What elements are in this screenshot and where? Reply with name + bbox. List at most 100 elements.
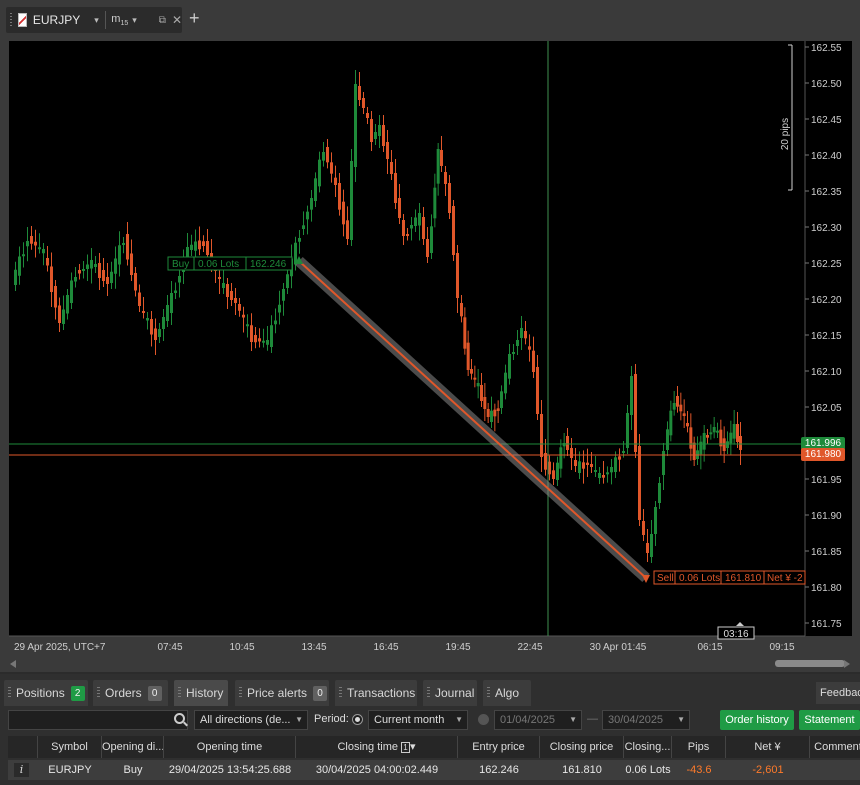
candle-body	[86, 264, 89, 269]
direction-select[interactable]: All directions (de... ▼	[194, 710, 308, 730]
chart-tab-bar: EURJPY ▾ m15 ▾ ⧉ ✕ +	[0, 0, 860, 38]
candle-body	[440, 150, 443, 166]
scroll-left-icon[interactable]	[10, 660, 16, 668]
candle-body	[58, 305, 61, 323]
candle-body	[170, 293, 173, 313]
period-custom-radio[interactable]	[478, 714, 489, 725]
symbol-dropdown-icon[interactable]: ▾	[94, 15, 99, 26]
price-chart[interactable]: 162.55 162.50 162.45 162.40 162.35 162.30 162.…	[0, 38, 860, 672]
column-header-closing-price[interactable]: Closing price	[540, 736, 624, 758]
orders-count-badge: 0	[147, 685, 162, 701]
tab-history[interactable]: History	[174, 680, 228, 706]
candle-body	[258, 338, 261, 342]
horizontal-scrollbar-thumb[interactable]	[775, 660, 845, 667]
history-search-input[interactable]	[8, 710, 188, 730]
candle-body	[739, 436, 742, 450]
column-header-symbol[interactable]: Symbol	[38, 736, 102, 758]
candle-body	[30, 236, 33, 244]
candle-body	[630, 376, 633, 415]
candle-body	[672, 403, 676, 410]
column-header-closing-time[interactable]: Closing time 1 ▾	[296, 736, 458, 758]
candle-body	[134, 273, 137, 291]
tab-orders[interactable]: Orders 0	[93, 680, 168, 706]
candle-body	[490, 410, 493, 422]
candle-body	[729, 432, 733, 444]
price-axis-label: 162.25	[811, 259, 842, 270]
candle-body	[666, 429, 669, 450]
from-date-input[interactable]: 01/04/2025 ▼	[494, 710, 582, 730]
candle-body	[270, 325, 273, 347]
buy-marker-label[interactable]: Buy 0.06 Lots 162.246	[167, 256, 293, 271]
candle-body	[42, 249, 45, 254]
candle-body	[142, 311, 145, 313]
add-chart-tab-icon[interactable]: +	[189, 8, 200, 28]
candle-body	[78, 270, 81, 274]
candle-body	[726, 441, 729, 448]
scroll-right-icon[interactable]	[844, 660, 850, 668]
closing-time-header-text: Closing time	[337, 741, 398, 753]
candle-body	[646, 543, 649, 553]
order-history-button[interactable]: Order history	[720, 710, 794, 730]
candle-body	[330, 162, 333, 174]
price-axis-label: 162.50	[811, 79, 842, 90]
column-header-closing-quantity[interactable]: Closing...	[624, 736, 672, 758]
sell-marker-label[interactable]: Sell 0.06 Lots 161.810 Net ¥ -2	[653, 570, 806, 585]
candle-body	[230, 291, 233, 300]
candle-body	[390, 162, 393, 174]
candle-body	[46, 258, 49, 266]
column-header-opening-time[interactable]: Opening time	[164, 736, 296, 758]
tab-algo[interactable]: Algo	[483, 680, 531, 706]
candle-body	[658, 483, 661, 503]
cell-net: -2,601	[752, 764, 784, 776]
column-header-pips[interactable]: Pips	[672, 736, 726, 758]
candle-body	[302, 225, 305, 229]
buy-side-text: Buy	[172, 259, 189, 270]
cell-closing-quantity: 0.06 Lots	[625, 764, 671, 776]
candle-body	[536, 367, 539, 414]
column-header-net[interactable]: Net ¥	[726, 736, 810, 758]
date-range-separator: —	[587, 713, 598, 725]
timeframe-dropdown-icon[interactable]: ▾	[132, 15, 137, 26]
tab-positions[interactable]: Positions 2	[4, 680, 88, 706]
tab-journal[interactable]: Journal	[423, 680, 477, 706]
chart-tab-eurjpy[interactable]: EURJPY ▾ m15 ▾ ⧉ ✕	[6, 7, 182, 33]
candle-body	[722, 438, 726, 451]
tab-transactions[interactable]: Transactions	[335, 680, 417, 706]
drag-handle-icon[interactable]	[10, 13, 13, 27]
table-row[interactable]: i EURJPY Buy 29/04/2025 13:54:25.688 30/…	[8, 760, 860, 780]
chart-canvas[interactable]	[9, 41, 805, 636]
candle-body	[402, 220, 405, 236]
candle-body	[682, 413, 686, 416]
search-icon[interactable]	[174, 713, 185, 724]
price-axis-label: 161.85	[811, 547, 842, 558]
candle-body	[190, 244, 193, 250]
close-tab-icon[interactable]: ✕	[172, 13, 182, 27]
candle-body	[679, 404, 683, 412]
candle-body	[202, 241, 205, 246]
price-axis-label: 162.45	[811, 115, 842, 126]
candle-body	[414, 217, 417, 226]
statement-button[interactable]: Statement	[799, 710, 860, 730]
popout-icon[interactable]: ⧉	[159, 15, 166, 26]
period-select[interactable]: Current month ▼	[368, 710, 468, 730]
candle-body	[689, 427, 693, 449]
to-date-input[interactable]: 30/04/2025 ▼	[602, 710, 690, 730]
period-preset-radio[interactable]	[352, 714, 363, 725]
candle-body	[138, 292, 141, 306]
panel-tabs: Positions 2 Orders 0 History Price alerts 0…	[0, 678, 860, 706]
column-header-comment[interactable]: Comment	[810, 736, 860, 758]
feedback-button[interactable]: Feedback	[816, 682, 860, 704]
column-header-entry-price[interactable]: Entry price	[458, 736, 540, 758]
candle-body	[98, 263, 101, 278]
bottom-panel: Positions 2 Orders 0 History Price alerts 0…	[0, 674, 860, 785]
column-header-opening-direction[interactable]: Opening di...	[102, 736, 164, 758]
candle-body	[118, 245, 121, 265]
info-icon[interactable]: i	[14, 763, 29, 777]
price-axis-label: 162.15	[811, 331, 842, 342]
tab-price-alerts[interactable]: Price alerts 0	[235, 680, 329, 706]
candle-body	[732, 424, 736, 439]
candle-body	[552, 470, 555, 479]
timeframe-selector[interactable]: m15	[111, 13, 128, 27]
candle-body	[448, 183, 451, 213]
history-table-header: Symbol Opening di... Opening time Closin…	[8, 736, 860, 758]
